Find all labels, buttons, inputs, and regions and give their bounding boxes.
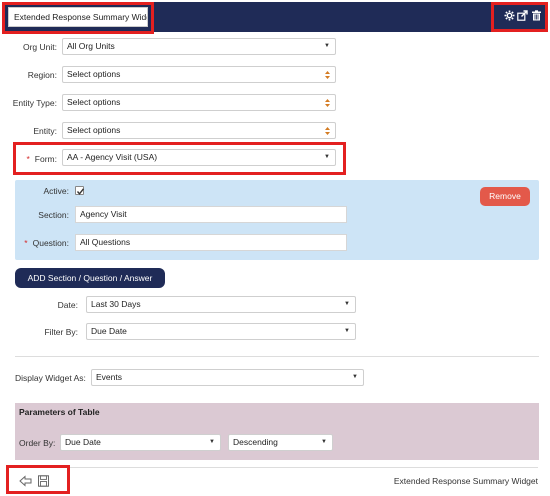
back-arrow-icon[interactable] [19,475,32,487]
footer-divider [8,467,538,468]
order-by-select[interactable]: Due Date ▼ [60,434,221,451]
form-value: AA - Agency Visit (USA) [67,152,158,162]
date-select[interactable]: Last 30 Days ▼ [86,296,356,313]
question-label: * Question: [24,238,69,248]
date-value: Last 30 Days [91,299,141,309]
widget-title-input[interactable]: Extended Response Summary Widget [8,7,148,27]
chevron-down-icon: ▼ [344,301,350,307]
org-unit-value: All Org Units [67,41,115,51]
checkmark-icon [76,188,85,195]
chevron-down-icon: ▼ [209,439,215,445]
footer-widget-name: Extended Response Summary Widget [393,476,538,486]
form-label: * Form: [26,154,57,164]
chevron-down-icon: ▼ [344,328,350,334]
display-widget-value: Events [96,372,122,382]
entity-type-value: Select options [67,97,121,107]
gear-icon[interactable] [504,10,515,21]
entity-multiselect[interactable]: Select options [62,122,336,139]
region-label: Region: [27,70,57,80]
filter-by-value: Due Date [91,326,127,336]
order-by-value: Due Date [65,437,101,447]
section-divider [15,356,539,357]
question-label-text: Question: [32,238,69,248]
updown-icon [325,71,330,79]
active-label: Active: [43,186,69,196]
region-multiselect[interactable]: Select options [62,66,336,83]
updown-icon [325,127,330,135]
required-marker: * [24,238,28,248]
chevron-down-icon: ▼ [324,43,330,49]
display-widget-label: Display Widget As: [15,373,86,383]
entity-label: Entity: [33,126,57,136]
chevron-down-icon: ▼ [321,439,327,445]
form-label-text: Form: [34,154,57,164]
chevron-down-icon: ▼ [324,154,330,160]
question-input[interactable]: All Questions [75,234,347,251]
org-unit-select[interactable]: All Org Units ▼ [62,38,336,55]
parameters-title: Parameters of Table [19,407,100,417]
form-select[interactable]: AA - Agency Visit (USA) ▼ [62,149,336,166]
save-icon[interactable] [37,475,50,487]
section-label: Section: [38,210,69,220]
remove-button[interactable]: Remove [480,187,530,206]
order-direction-value: Descending [233,437,278,447]
section-input[interactable]: Agency Visit [75,206,347,223]
order-by-label: Order By: [19,438,56,448]
required-marker: * [26,154,30,164]
display-widget-select[interactable]: Events ▼ [91,369,364,386]
expand-icon[interactable] [517,10,528,21]
date-label: Date: [57,300,78,310]
chevron-down-icon: ▼ [352,374,358,380]
active-checkbox[interactable] [75,186,85,195]
filter-by-label: Filter By: [44,327,78,337]
updown-icon [325,99,330,107]
region-value: Select options [67,69,121,79]
entity-type-multiselect[interactable]: Select options [62,94,336,111]
add-section-question-answer-button[interactable]: ADD Section / Question / Answer [15,268,165,288]
order-direction-select[interactable]: Descending ▼ [228,434,333,451]
trash-icon[interactable] [531,10,542,21]
org-unit-label: Org Unit: [22,42,57,52]
filter-by-select[interactable]: Due Date ▼ [86,323,356,340]
entity-type-label: Entity Type: [12,98,57,108]
entity-value: Select options [67,125,121,135]
